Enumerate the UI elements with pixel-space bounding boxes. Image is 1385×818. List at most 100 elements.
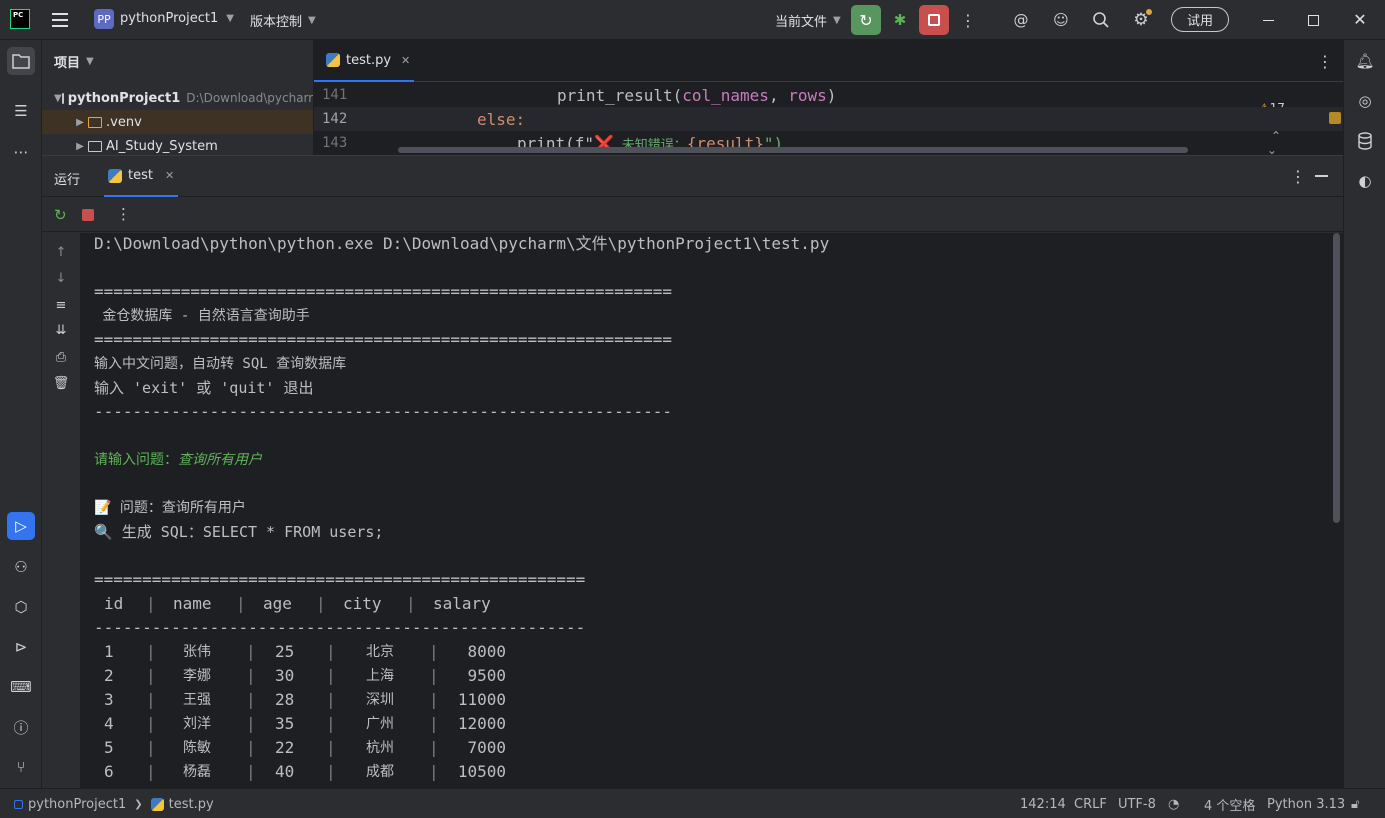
close-button[interactable]: ✕ bbox=[1350, 9, 1370, 29]
run-tab-test[interactable]: test ✕ bbox=[104, 156, 178, 197]
code-line-142[interactable]: 142 else: bbox=[314, 107, 1343, 131]
lock-icon: 🔓︎ bbox=[1351, 796, 1360, 812]
column-divider: | bbox=[246, 690, 256, 709]
print-button[interactable]: ⎙ bbox=[51, 347, 71, 367]
run-tab-label: test bbox=[128, 168, 153, 183]
rerun-icon: ↻ bbox=[54, 206, 67, 224]
arrow-down-icon: ↓ bbox=[55, 270, 67, 286]
scroll-to-end-button[interactable]: ⇊ bbox=[51, 320, 71, 340]
services-icon: ⊳ bbox=[14, 638, 28, 656]
column-divider: | bbox=[429, 666, 439, 685]
search-button[interactable] bbox=[1090, 9, 1112, 31]
scroll-down-button[interactable]: ↓ bbox=[51, 268, 71, 288]
minimize-button[interactable] bbox=[1258, 10, 1278, 30]
structure-tool-button[interactable]: ☰ bbox=[7, 97, 35, 125]
table-cell: 30 bbox=[275, 666, 295, 685]
debug-button[interactable]: ✱ bbox=[889, 9, 911, 31]
ai-chat-icon: ◎ bbox=[1358, 92, 1372, 110]
table-cell: 深圳 bbox=[366, 692, 394, 708]
console-scrollbar[interactable] bbox=[1333, 233, 1340, 523]
folder-icon bbox=[12, 54, 30, 69]
services-button[interactable]: ⊳ bbox=[7, 633, 35, 661]
ai-status-icon: ◔ bbox=[1168, 796, 1180, 812]
main-menu-button[interactable] bbox=[48, 9, 72, 31]
rerun-button[interactable]: ↻ bbox=[851, 5, 881, 35]
table-cell: 12000 bbox=[457, 714, 506, 733]
stop-button[interactable] bbox=[82, 209, 94, 221]
trash-icon: 🗑︎ bbox=[52, 375, 70, 391]
column-divider: | bbox=[429, 714, 439, 733]
project-panel-title: 项目 bbox=[54, 56, 81, 71]
table-cell: 10500 bbox=[457, 762, 506, 781]
close-icon[interactable]: ✕ bbox=[165, 169, 174, 182]
soft-wrap-button[interactable]: ≡ bbox=[51, 295, 71, 315]
table-cell: 杭州 bbox=[366, 740, 394, 756]
database-icon bbox=[1358, 132, 1372, 150]
vcs-menu[interactable]: 版本控制 ▼ bbox=[250, 11, 316, 30]
tab-test-py[interactable]: test.py ✕ bbox=[314, 40, 414, 82]
run-tool-button[interactable]: ▷ bbox=[7, 512, 35, 540]
ai-assistant-button[interactable]: @ bbox=[1010, 9, 1032, 31]
stop-button[interactable] bbox=[919, 5, 949, 35]
project-badge[interactable]: PP bbox=[94, 9, 114, 29]
more-actions-button[interactable]: ⋮ bbox=[958, 9, 978, 31]
project-panel-header[interactable]: 项目 ▼ bbox=[54, 52, 94, 71]
notifications-button[interactable]: 🔔︎ bbox=[1351, 47, 1379, 75]
database-button[interactable] bbox=[1351, 127, 1379, 155]
table-cell: 7000 bbox=[467, 738, 506, 757]
tree-item-venv[interactable]: ▶ .venv bbox=[42, 110, 313, 134]
python-packages-button[interactable]: ⬡ bbox=[7, 593, 35, 621]
breadcrumb-project[interactable]: pythonProject1 bbox=[28, 797, 126, 812]
problems-button[interactable]: ⓘ bbox=[7, 713, 35, 741]
tree-item-ai-study-system[interactable]: ▶ AI_Study_System bbox=[42, 134, 313, 155]
code-text: else: bbox=[477, 109, 526, 129]
spiral-icon: @ bbox=[1013, 11, 1029, 29]
column-divider: | bbox=[246, 738, 256, 757]
tree-root-item[interactable]: ▼ pythonProject1 D:\Download\pycharm bbox=[42, 86, 313, 110]
caret-position[interactable]: 142:14 bbox=[1020, 789, 1066, 818]
input-prompt: 请输入问题：查询所有用户 bbox=[94, 448, 262, 472]
minimize-panel-button[interactable] bbox=[1315, 175, 1328, 177]
tree-item-label: .venv bbox=[106, 114, 142, 130]
settings-button[interactable]: ⚙ bbox=[1130, 9, 1152, 31]
maximize-button[interactable] bbox=[1303, 10, 1323, 30]
column-divider: | bbox=[326, 762, 336, 781]
python-file-icon bbox=[326, 53, 340, 67]
code-line-141[interactable]: 141 print_result(col_names, rows) ⚠17 ✓1… bbox=[314, 83, 1343, 156]
code-with-me-button[interactable]: ☺ bbox=[1050, 9, 1072, 31]
table-cell: 40 bbox=[275, 762, 295, 781]
rerun-button[interactable]: ↻ bbox=[54, 206, 67, 224]
tab-options-button[interactable]: ⋮ bbox=[1317, 52, 1333, 71]
readonly-toggle[interactable]: 🔓︎ bbox=[1351, 789, 1359, 818]
editor-horizontal-scrollbar[interactable] bbox=[398, 147, 1188, 153]
more-tools-button[interactable]: ⋯ bbox=[7, 138, 35, 166]
table-cell: 杨磊 bbox=[183, 764, 211, 780]
python-console-button[interactable]: ⚇ bbox=[7, 553, 35, 581]
project-selector[interactable]: pythonProject1 ▼ bbox=[120, 11, 234, 26]
git-button[interactable]: ⑂ bbox=[7, 753, 35, 781]
run-config-selector[interactable]: 当前文件 ▼ bbox=[775, 11, 841, 30]
terminal-button[interactable]: ⌨ bbox=[7, 673, 35, 701]
run-more-button[interactable]: ⋮ bbox=[116, 205, 131, 223]
project-tool-button[interactable] bbox=[7, 47, 35, 75]
run-panel-options-button[interactable]: ⋮ bbox=[1290, 167, 1306, 186]
breadcrumb-file[interactable]: test.py bbox=[169, 797, 214, 812]
clear-all-button[interactable]: 🗑︎ bbox=[51, 373, 71, 393]
line-separator[interactable]: CRLF bbox=[1074, 789, 1107, 818]
console-output[interactable]: D:\Download\python\python.exe D:\Downloa… bbox=[80, 233, 1343, 789]
column-divider: | bbox=[246, 714, 256, 733]
trial-button[interactable]: 试用 bbox=[1171, 7, 1229, 32]
ai-status-button[interactable]: ◔ bbox=[1168, 789, 1179, 818]
indent-setting[interactable]: 4 个空格 bbox=[1204, 789, 1255, 818]
close-icon[interactable]: ✕ bbox=[401, 54, 410, 67]
python-interpreter[interactable]: Python 3.13 bbox=[1267, 789, 1345, 818]
column-divider: | bbox=[146, 666, 156, 685]
folder-icon bbox=[88, 140, 102, 152]
table-row: 1 | 张伟 | 25 | 北京 | 8000 bbox=[94, 640, 614, 664]
scroll-up-button[interactable]: ↑ bbox=[51, 242, 71, 262]
column-divider: | bbox=[146, 714, 156, 733]
ai-chat-button[interactable]: ◎ bbox=[1351, 87, 1379, 115]
copilot-button[interactable]: ◐ bbox=[1351, 167, 1379, 195]
file-encoding[interactable]: UTF-8 bbox=[1118, 789, 1156, 818]
run-toolbar: ↻ ⋮ bbox=[42, 198, 1343, 232]
